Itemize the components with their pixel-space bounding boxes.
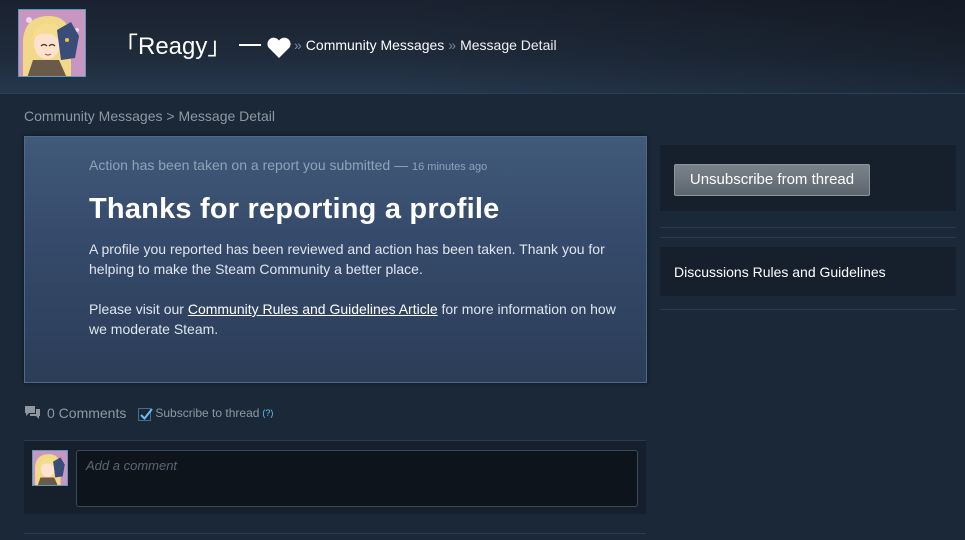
community-rules-link[interactable]: Community Rules and Guidelines Article [188, 301, 438, 317]
divider [660, 309, 956, 310]
comment-input[interactable] [76, 450, 638, 507]
discussion-rules-link[interactable]: Discussions Rules and Guidelines [674, 264, 886, 280]
comments-icon [25, 406, 40, 419]
subscribe-help-link[interactable]: (?) [262, 408, 273, 418]
message-paragraph-1: A profile you reported has been reviewed… [89, 241, 605, 277]
message-card: Action has been taken on a report you su… [24, 136, 647, 383]
divider [660, 227, 956, 228]
breadcrumb-community-messages[interactable]: Community Messages [24, 108, 163, 124]
persona-name-text: 「Reagy」 一 [114, 33, 263, 60]
divider [660, 237, 956, 238]
message-dash: — [394, 157, 409, 173]
comments-bar: 0 Comments Subscribe to thread (?) [24, 403, 273, 423]
header-breadcrumb: » Community Messages» Message Detail [290, 37, 557, 53]
header-breadcrumb-message-detail[interactable]: Message Detail [460, 37, 557, 53]
paragraph-text: Please visit our [89, 301, 188, 317]
breadcrumb-separator: » [448, 37, 457, 53]
header-breadcrumb-community-messages[interactable]: Community Messages [306, 37, 445, 53]
rules-panel: Discussions Rules and Guidelines [660, 247, 956, 296]
checkmark-icon [140, 407, 154, 420]
profile-avatar[interactable] [18, 9, 86, 77]
breadcrumb-separator: » [294, 37, 302, 53]
comment-form [24, 440, 646, 514]
divider [24, 533, 646, 534]
message-title: Thanks for reporting a profile [89, 193, 500, 225]
subscription-panel: Unsubscribe from thread [660, 145, 956, 211]
breadcrumb-current: Message Detail [178, 108, 275, 124]
message-subtitle-text: Action has been taken on a report you su… [89, 157, 391, 173]
subscribe-checkbox[interactable] [138, 407, 154, 421]
heart-icon [267, 37, 291, 58]
user-avatar[interactable] [32, 450, 68, 486]
profile-header: 「Reagy」 一 » Community Messages» Message De… [0, 0, 965, 94]
message-paragraph-2: Please visit our Community Rules and Gui… [89, 299, 624, 339]
message-subtitle: Action has been taken on a report you su… [89, 157, 487, 173]
unsubscribe-button[interactable]: Unsubscribe from thread [674, 164, 870, 196]
message-timestamp: 16 minutes ago [411, 161, 488, 173]
persona-name[interactable]: 「Reagy」 一 [114, 26, 292, 61]
comment-count: 0 Comments [47, 405, 127, 421]
subscribe-label[interactable]: Subscribe to thread [155, 406, 259, 420]
breadcrumb: Community Messages > Message Detail [24, 108, 275, 124]
breadcrumb-separator: > [166, 108, 175, 124]
